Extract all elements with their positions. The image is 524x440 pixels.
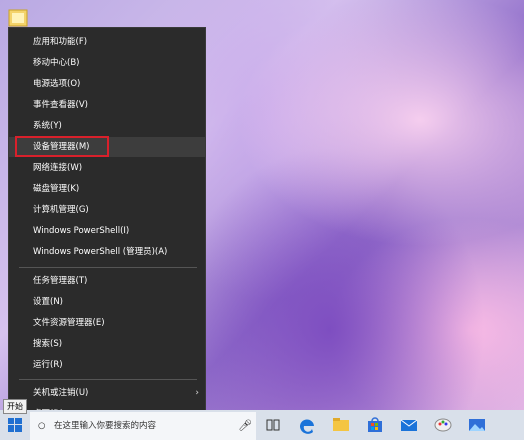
edge-icon[interactable] — [296, 414, 318, 436]
menu-item-power-options[interactable]: 电源选项(O) — [9, 74, 205, 94]
menu-item-search[interactable]: 搜索(S) — [9, 334, 205, 354]
search-placeholder: 在这里输入你要搜索的内容 — [54, 421, 157, 431]
start-tooltip: 开始 — [3, 399, 27, 414]
menu-item-network-connections[interactable]: 网络连接(W) — [9, 158, 205, 178]
cortana-mic-icon[interactable]: 🎤︎ — [238, 412, 252, 440]
mail-icon[interactable] — [398, 414, 420, 436]
menu-item-settings[interactable]: 设置(N) — [9, 292, 205, 312]
menu-item-disk-management[interactable]: 磁盘管理(K) — [9, 179, 205, 199]
menu-item-system[interactable]: 系统(Y) — [9, 116, 205, 136]
store-icon[interactable] — [364, 414, 386, 436]
menu-item-file-explorer[interactable]: 文件资源管理器(E) — [9, 313, 205, 333]
menu-separator — [19, 379, 197, 380]
menu-item-task-manager[interactable]: 任务管理器(T) — [9, 271, 205, 291]
menu-item-run[interactable]: 运行(R) — [9, 355, 205, 375]
winx-context-menu: 应用和功能(F) 移动中心(B) 电源选项(O) 事件查看器(V) 系统(Y) … — [8, 27, 206, 427]
menu-item-computer-management[interactable]: 计算机管理(G) — [9, 200, 205, 220]
menu-item-label: 关机或注销(U) — [33, 388, 89, 398]
menu-item-powershell-admin[interactable]: Windows PowerShell (管理员)(A) — [9, 242, 205, 262]
paint-icon[interactable] — [432, 414, 454, 436]
menu-item-shutdown-signout[interactable]: 关机或注销(U) › — [9, 383, 205, 403]
menu-item-apps-features[interactable]: 应用和功能(F) — [9, 32, 205, 52]
task-view-icon[interactable] — [262, 414, 284, 436]
menu-item-powershell[interactable]: Windows PowerShell(I) — [9, 221, 205, 241]
menu-separator — [19, 267, 197, 268]
search-icon: ○ — [38, 421, 46, 431]
menu-item-mobility-center[interactable]: 移动中心(B) — [9, 53, 205, 73]
chevron-right-icon: › — [195, 388, 199, 398]
menu-item-event-viewer[interactable]: 事件查看器(V) — [9, 95, 205, 115]
file-explorer-icon[interactable] — [330, 414, 352, 436]
taskbar-search-box[interactable]: ○ 在这里输入你要搜索的内容 🎤︎ — [30, 412, 256, 440]
photos-icon[interactable] — [466, 414, 488, 436]
windows-start-icon[interactable] — [8, 418, 22, 432]
highlight-box — [15, 136, 109, 157]
